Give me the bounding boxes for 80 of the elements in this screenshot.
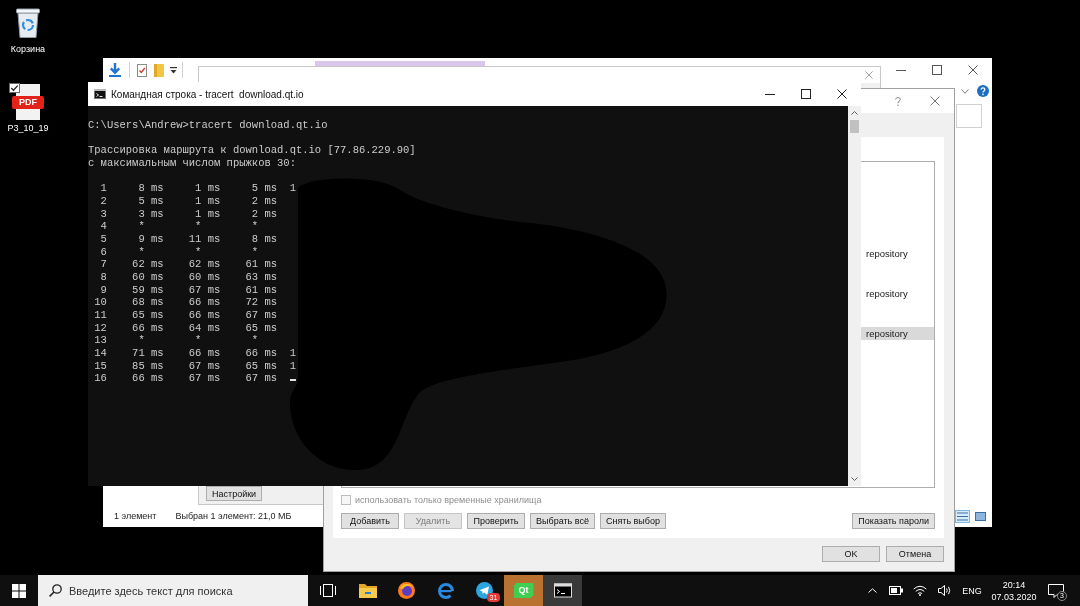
taskbar-app-button[interactable] bbox=[543, 575, 582, 606]
console-line: 15 85 ms 67 ms 65 ms 1 bbox=[93, 359, 296, 372]
action-button[interactable]: Проверить bbox=[467, 513, 525, 529]
console-line: 1 8 ms 1 ms 5 ms 1 bbox=[99, 182, 296, 195]
console-line: 2 5 ms 1 ms 2 ms bbox=[99, 194, 278, 207]
close-icon bbox=[837, 89, 847, 99]
action-button[interactable]: Снять выбор bbox=[599, 513, 666, 529]
status-text: Выбран 1 элемент: 21,0 МБ bbox=[175, 511, 292, 521]
download-arrow-icon[interactable] bbox=[108, 63, 122, 77]
chevron-up-icon[interactable] bbox=[851, 111, 858, 115]
windows-logo-icon bbox=[12, 583, 26, 598]
wifi-icon bbox=[913, 585, 927, 596]
battery-icon bbox=[889, 586, 903, 595]
close-icon bbox=[968, 65, 978, 75]
console-line: 16 66 ms 67 ms 67 ms bbox=[93, 372, 278, 385]
console-line: 12 66 ms 64 ms 65 ms bbox=[93, 321, 278, 334]
caret-icon[interactable] bbox=[170, 66, 177, 74]
clock-button[interactable]: 20:14 07.03.2020 bbox=[988, 575, 1040, 606]
chevron-up-icon bbox=[867, 588, 877, 593]
recycle-bin-icon[interactable] bbox=[16, 8, 40, 38]
desktop-icon-label[interactable]: Корзина bbox=[10, 44, 46, 55]
console-line: 14 71 ms 66 ms 66 ms 1 bbox=[93, 347, 296, 360]
minimize-icon bbox=[765, 93, 775, 95]
console-line: 8 60 ms 60 ms 63 ms bbox=[99, 270, 278, 283]
folder-icon bbox=[358, 583, 377, 598]
console-line: 5 9 ms 11 ms 8 ms bbox=[99, 232, 278, 245]
details-view-icon bbox=[957, 511, 968, 521]
status-text: 1 элемент bbox=[114, 511, 157, 521]
flame-globe-icon bbox=[398, 582, 415, 599]
show-passwords-button[interactable]: Показать пароли bbox=[852, 513, 935, 529]
chevron-down-icon[interactable] bbox=[851, 477, 858, 481]
task-view-icon bbox=[320, 584, 336, 597]
list-item[interactable]: repository bbox=[861, 247, 934, 260]
console-line: 9 59 ms 67 ms 61 ms bbox=[99, 283, 278, 296]
checklist-icon[interactable] bbox=[137, 63, 147, 77]
console-line: 7 62 ms 62 ms 61 ms bbox=[99, 258, 278, 271]
help-icon[interactable] bbox=[977, 85, 989, 97]
scrollbar[interactable] bbox=[848, 106, 861, 486]
notification-icon bbox=[1048, 583, 1064, 598]
settings-button[interactable]: Настройки bbox=[206, 486, 263, 501]
console-line: с максимальным числом прыжков 30: bbox=[88, 156, 296, 169]
console-line: 4 * * * bbox=[99, 220, 259, 233]
view-button[interactable] bbox=[973, 509, 988, 523]
console-line: Трассировка маршрута к download.qt.io [77.86.229.90] bbox=[88, 144, 416, 157]
scrollbar-thumb[interactable] bbox=[850, 120, 859, 133]
close-icon bbox=[930, 96, 940, 106]
terminal-icon bbox=[94, 89, 106, 99]
dialog-button[interactable]: OK bbox=[822, 546, 880, 562]
search-icon bbox=[49, 584, 62, 597]
list-item[interactable]: repository bbox=[861, 327, 934, 340]
file-type-tag: PDF bbox=[12, 95, 44, 109]
console-line: 10 68 ms 66 ms 72 ms bbox=[93, 296, 278, 309]
search-field[interactable]: Введите здесь текст для поиска bbox=[38, 575, 308, 606]
minimize-icon bbox=[896, 69, 906, 71]
document-icon[interactable]: PDF bbox=[12, 84, 44, 120]
view-button[interactable] bbox=[955, 509, 970, 523]
language-button[interactable]: ENG bbox=[956, 575, 988, 606]
chevron-down-icon[interactable] bbox=[961, 88, 969, 94]
window-title: Командная строка - tracert download.qt.io bbox=[111, 88, 304, 100]
maximize-icon bbox=[801, 89, 811, 99]
maximize-icon bbox=[932, 65, 942, 75]
help-icon bbox=[895, 96, 901, 106]
speaker-icon bbox=[937, 585, 951, 596]
search-field[interactable] bbox=[956, 104, 982, 128]
console-line: 3 3 ms 1 ms 2 ms bbox=[99, 207, 278, 220]
list-item[interactable]: repository bbox=[861, 287, 934, 300]
action-button[interactable]: Выбрать всё bbox=[530, 513, 595, 529]
action-button[interactable]: Добавить bbox=[341, 513, 399, 529]
dialog-button[interactable]: Отмена bbox=[886, 546, 944, 562]
app-logo: Qt bbox=[513, 583, 534, 598]
desktop-icon-label[interactable]: P3_10_19 bbox=[7, 123, 49, 134]
close-icon bbox=[865, 71, 873, 79]
checkbox-icon[interactable] bbox=[9, 83, 20, 93]
e-swirl-icon bbox=[437, 582, 454, 599]
console-line: 6 * * * bbox=[99, 245, 259, 258]
console-line: 11 65 ms 66 ms 67 ms bbox=[93, 309, 278, 321]
large-icons-view-icon bbox=[975, 511, 986, 521]
console-line: 13 * * * bbox=[93, 334, 259, 347]
console-line: C:\Users\Andrew>tracert download.qt.io bbox=[88, 118, 328, 131]
terminal-icon bbox=[553, 583, 572, 598]
